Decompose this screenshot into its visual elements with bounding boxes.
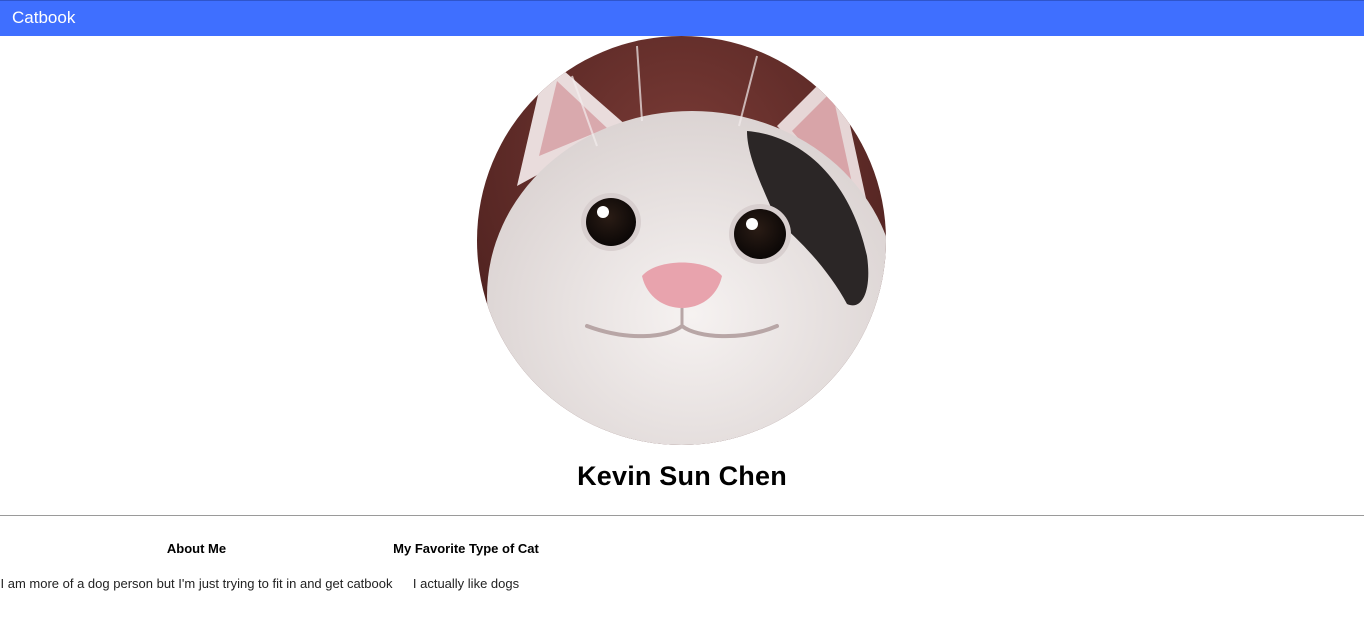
favorite-cat-section: My Favorite Type of Cat I actually like … [393,540,539,593]
navbar: Catbook [0,0,1364,36]
profile-avatar [477,36,886,445]
cat-avatar-icon [477,36,886,445]
about-heading: About Me [166,541,227,556]
favorite-cat-text: I actually like dogs [412,576,520,591]
brand-link[interactable]: Catbook [12,8,75,28]
about-text: I am more of a dog person but I'm just t… [0,576,393,591]
favorite-cat-heading: My Favorite Type of Cat [393,541,539,556]
about-section: About Me I am more of a dog person but I… [0,540,393,593]
divider [0,515,1364,516]
profile-name: Kevin Sun Chen [577,461,787,491]
